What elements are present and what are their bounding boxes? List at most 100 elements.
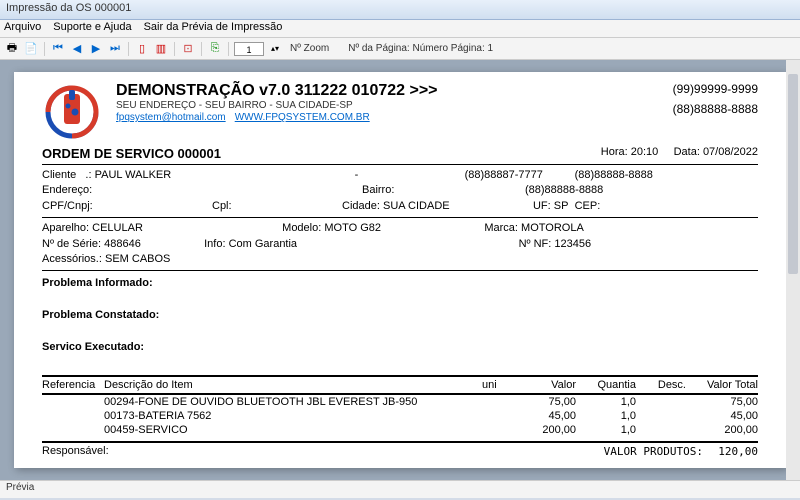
company-logo-icon xyxy=(42,82,102,142)
items-table-body: 00294-FONE DE OUVIDO BLUETOOTH JBL EVERE… xyxy=(42,395,758,437)
uf-label: UF: xyxy=(533,199,551,214)
separator xyxy=(44,42,45,56)
preview-viewport: DEMONSTRAÇÃO v7.0 311222 010722 >>> SEU … xyxy=(0,60,800,480)
menu-sair[interactable]: Sair da Prévia de Impressão xyxy=(144,21,283,36)
cell-tot: 45,00 xyxy=(686,410,758,422)
separator xyxy=(228,42,229,56)
endereco-label: Endereço: xyxy=(42,183,362,198)
cidade-label: Cidade: xyxy=(342,199,380,214)
scrollbar-thumb[interactable] xyxy=(788,74,798,274)
col-desc: Desc. xyxy=(636,379,686,391)
table-row: 00459-SERVICO200,001,0200,00 xyxy=(42,423,758,437)
cell-desc: 00173-BATERIA 7562 xyxy=(104,410,482,422)
single-page-button[interactable]: ▯ xyxy=(134,41,150,57)
nf-label: Nº NF: xyxy=(519,237,552,252)
document-page: DEMONSTRAÇÃO v7.0 311222 010722 >>> SEU … xyxy=(14,72,786,468)
menu-arquivo[interactable]: Arquivo xyxy=(4,21,41,36)
cliente-tel2: (88)88888-8888 xyxy=(575,168,653,183)
cell-ref xyxy=(42,410,104,422)
company-phone1: (99)99999-9999 xyxy=(673,82,758,96)
cpl-label: Cpl: xyxy=(212,199,342,214)
multi-page-button[interactable]: ▥ xyxy=(153,41,169,57)
menu-bar: Arquivo Suporte e Ajuda Sair da Prévia d… xyxy=(0,20,800,38)
cell-valor: 45,00 xyxy=(512,410,576,422)
responsavel-label: Responsável: xyxy=(42,445,109,458)
serie-value: 488646 xyxy=(104,237,204,252)
divider xyxy=(42,217,758,218)
toolbar: 🖶 📄 ⏮ ◀ ▶ ⏭ ▯ ▥ ⊡ ⎘ 1 ▴▾ Nº Zoom Nº da P… xyxy=(0,38,800,60)
cell-uni xyxy=(482,410,512,422)
zoom-stepper[interactable]: ▴▾ xyxy=(267,41,283,57)
hora-value: 20:10 xyxy=(631,146,659,158)
acessorios-value: SEM CABOS xyxy=(105,252,170,267)
col-uni: uni xyxy=(482,379,512,391)
close-preview-button[interactable]: ⎘ xyxy=(207,41,223,57)
cell-dsc xyxy=(636,424,686,436)
servico-executado-label: Servico Executado: xyxy=(42,341,758,353)
divider xyxy=(42,270,758,271)
col-total: Valor Total xyxy=(686,379,758,391)
cell-desc: 00294-FONE DE OUVIDO BLUETOOTH JBL EVERE… xyxy=(104,396,482,408)
serie-label: Nº de Série: xyxy=(42,237,101,252)
cell-qty: 1,0 xyxy=(576,410,636,422)
company-title: DEMONSTRAÇÃO v7.0 311222 010722 >>> xyxy=(116,82,659,100)
cpf-label: CPF/Cnpj: xyxy=(42,199,212,214)
cell-tot: 200,00 xyxy=(686,424,758,436)
valor-produtos-value: 120,00 xyxy=(718,445,758,458)
zoom-fit-button[interactable]: ⊡ xyxy=(180,41,196,57)
info-label: Info: xyxy=(204,237,225,252)
separator xyxy=(128,42,129,56)
data-label: Data: xyxy=(674,146,700,158)
company-address: SEU ENDEREÇO - SEU BAIRRO - SUA CIDADE-S… xyxy=(116,100,659,111)
col-descricao: Descrição do Item xyxy=(104,379,482,391)
vertical-scrollbar[interactable] xyxy=(786,60,800,480)
cell-dsc xyxy=(636,396,686,408)
cell-ref xyxy=(42,396,104,408)
cell-qty: 1,0 xyxy=(576,424,636,436)
table-row: 00294-FONE DE OUVIDO BLUETOOTH JBL EVERE… xyxy=(42,395,758,409)
company-email: fpqsystem@hotmail.com xyxy=(116,112,226,123)
col-valor: Valor xyxy=(512,379,576,391)
company-phone2: (88)88888-8888 xyxy=(673,102,758,116)
cell-uni xyxy=(482,424,512,436)
first-page-button[interactable]: ⏮ xyxy=(50,41,66,57)
table-row: 00173-BATERIA 756245,001,045,00 xyxy=(42,409,758,423)
cell-qty: 1,0 xyxy=(576,396,636,408)
company-site: WWW.FPQSYSTEM.COM.BR xyxy=(235,112,370,123)
menu-suporte[interactable]: Suporte e Ajuda xyxy=(53,21,131,36)
os-title: ORDEM DE SERVICO 000001 xyxy=(42,146,221,161)
zoom-input[interactable]: 1 xyxy=(234,42,264,56)
modelo-value: MOTO G82 xyxy=(324,221,484,236)
cell-ref xyxy=(42,424,104,436)
col-quantia: Quantia xyxy=(576,379,636,391)
valor-produtos-label: VALOR PRODUTOS: xyxy=(604,445,703,458)
uf-value: SP xyxy=(554,199,569,214)
separator xyxy=(201,42,202,56)
cell-dsc xyxy=(636,410,686,422)
dash: - xyxy=(355,168,465,183)
aparelho-label: Aparelho: xyxy=(42,221,89,236)
next-page-button[interactable]: ▶ xyxy=(88,41,104,57)
marca-label: Marca: xyxy=(484,221,518,236)
col-referencia: Referencia xyxy=(42,379,104,391)
hora-label: Hora: xyxy=(601,146,628,158)
cell-desc: 00459-SERVICO xyxy=(104,424,482,436)
cliente-value: PAUL WALKER xyxy=(95,168,355,183)
separator xyxy=(174,42,175,56)
page-label: Nº da Página: Número Página: 1 xyxy=(348,43,493,54)
window-title: Impressão da OS 000001 xyxy=(6,2,131,14)
problema-constatado-label: Problema Constatado: xyxy=(42,309,758,321)
bairro-label: Bairro: xyxy=(362,183,525,198)
cliente-tel1: (88)88887-7777 xyxy=(465,168,575,183)
export-button[interactable]: 📄 xyxy=(23,41,39,57)
items-table-header: Referencia Descrição do Item uni Valor Q… xyxy=(42,375,758,395)
last-page-button[interactable]: ⏭ xyxy=(107,41,123,57)
marca-value: MOTOROLA xyxy=(521,221,584,236)
prev-page-button[interactable]: ◀ xyxy=(69,41,85,57)
modelo-label: Modelo: xyxy=(282,221,321,236)
cliente-tel3: (88)88888-8888 xyxy=(525,183,603,198)
cidade-value: SUA CIDADE xyxy=(383,199,533,214)
data-value: 07/08/2022 xyxy=(703,146,758,158)
status-bar: Prévia xyxy=(0,480,800,498)
print-button[interactable]: 🖶 xyxy=(4,41,20,57)
